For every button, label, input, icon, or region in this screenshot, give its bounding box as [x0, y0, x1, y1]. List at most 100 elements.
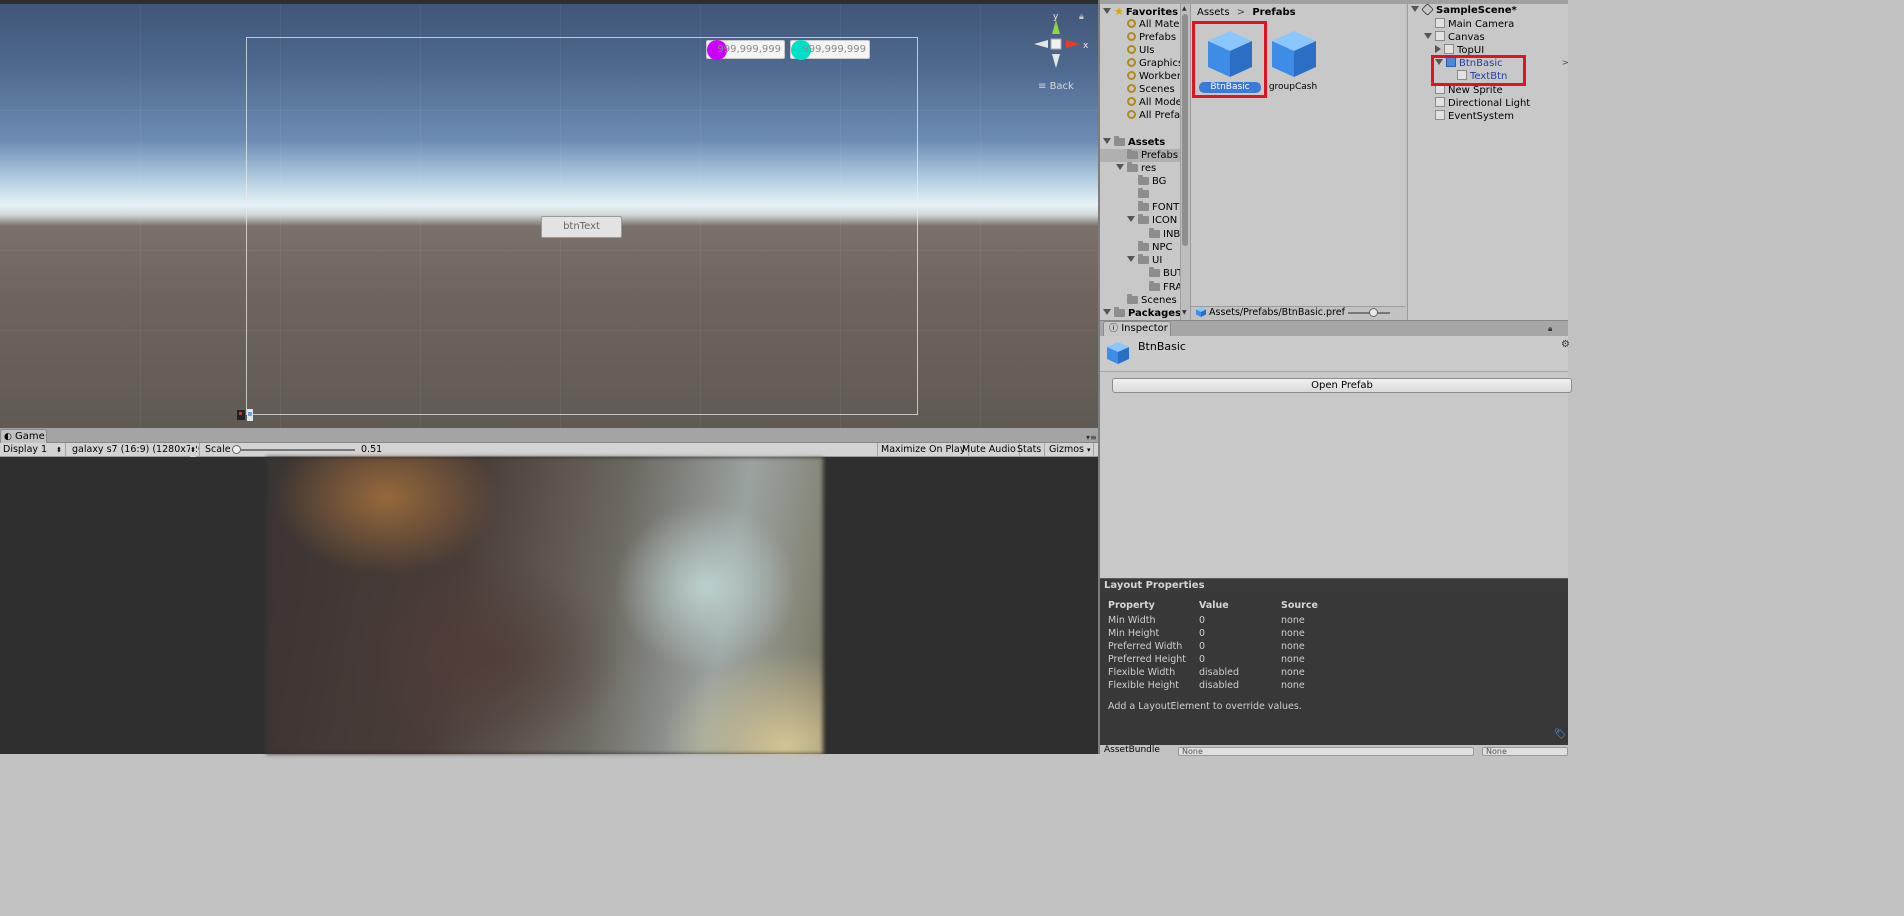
lp-property: Preferred Width	[1108, 641, 1183, 652]
gameobject-icon	[1435, 97, 1445, 107]
scale-label: Scale	[205, 444, 231, 455]
assetbundle-variant-dropdown[interactable]: None	[1482, 747, 1568, 756]
gear-icon[interactable]: ⚙	[1561, 339, 1570, 350]
tree-item-icon[interactable]: ICON	[1127, 214, 1180, 227]
tree-item-npc[interactable]: NPC	[1138, 241, 1180, 254]
folder-icon	[1138, 241, 1149, 251]
tree-item-prefabs[interactable]: Prefabs	[1100, 149, 1180, 162]
search-icon	[1127, 45, 1136, 54]
highlight-box-hierarchy	[1431, 55, 1526, 86]
hierarchy-item[interactable]: Directional Light	[1435, 97, 1530, 110]
scene-toolbar-strip	[0, 0, 1098, 4]
cash-value-right: 999,999,999	[802, 44, 866, 55]
search-icon	[1127, 32, 1136, 41]
lp-value: 0	[1199, 654, 1206, 665]
display-dropdown[interactable]: Display 1 ⬍	[0, 443, 66, 457]
gameobject-icon	[1444, 44, 1454, 54]
breadcrumb-prefabs[interactable]: Prefabs	[1252, 7, 1295, 18]
icon-size-slider-knob[interactable]	[1369, 308, 1378, 317]
lp-source: none	[1281, 615, 1305, 626]
tree-item-frame[interactable]: FRAME	[1149, 281, 1180, 294]
tree-item-unnamed[interactable]	[1138, 188, 1180, 201]
gizmo-x-label: x	[1083, 41, 1089, 51]
packages-root[interactable]: Packages	[1103, 307, 1180, 320]
favorites-header[interactable]: ★ Favorites	[1103, 5, 1178, 18]
tree-item-scenes[interactable]: Scenes	[1127, 294, 1180, 307]
tree-item-button[interactable]: BUTTON	[1149, 267, 1180, 280]
tree-item-bg[interactable]: BG	[1138, 175, 1180, 188]
tree-item-inbox[interactable]: INBOX	[1149, 228, 1180, 241]
tree-item-res[interactable]: res	[1116, 162, 1180, 175]
inspector-body	[1100, 336, 1568, 580]
stats-toggle[interactable]: Stats	[1014, 443, 1046, 457]
asset-name-groupcash[interactable]: groupCash	[1264, 82, 1322, 92]
tree-item-ui[interactable]: UI	[1127, 254, 1180, 267]
favorite-item[interactable]: All Prefabs	[1127, 109, 1180, 122]
hierarchy-panel	[1407, 4, 1568, 320]
mute-audio-toggle[interactable]: Mute Audio	[959, 443, 1020, 457]
hierarchy-scene-header[interactable]: SampleScene*	[1411, 3, 1517, 17]
project-tree-scroll-thumb[interactable]	[1182, 14, 1188, 246]
lock-icon[interactable]: 🔒︎	[1548, 324, 1552, 334]
resolution-dropdown[interactable]: galaxy s7 (16:9) (1280x720) ⬍	[69, 443, 200, 457]
chevron-right-icon[interactable]: >	[1562, 58, 1569, 67]
layout-properties-header[interactable]: Layout Properties	[1100, 578, 1568, 592]
unity-scene-icon	[1421, 3, 1434, 16]
cash-display-left[interactable]: 999,999,999	[706, 40, 785, 60]
column-header-property: Property	[1108, 600, 1155, 611]
hierarchy-item[interactable]: Main Camera	[1435, 18, 1514, 31]
favorite-item[interactable]: All Materials	[1127, 18, 1180, 31]
gizmo-view-label[interactable]: ≡ Back	[1038, 81, 1074, 92]
cash-display-right[interactable]: 999,999,999	[790, 40, 870, 60]
open-prefab-button[interactable]: Open Prefab	[1112, 378, 1572, 393]
scene-button-btntext[interactable]: btnText	[541, 216, 622, 238]
prefab-cube-icon[interactable]	[1268, 27, 1320, 79]
assets-root[interactable]: Assets	[1103, 136, 1165, 149]
favorite-item[interactable]: Prefabs	[1127, 31, 1180, 44]
column-header-source: Source	[1281, 600, 1318, 611]
panel-menu-icon[interactable]: ▾≡	[1086, 433, 1097, 442]
game-tab-icon: ◐	[4, 432, 12, 442]
search-icon	[1127, 58, 1136, 67]
folder-icon	[1149, 281, 1160, 291]
maximize-on-play-toggle[interactable]: Maximize On Play	[877, 443, 970, 457]
hierarchy-item[interactable]: EventSystem	[1435, 110, 1514, 123]
scroll-down-icon[interactable]: ▼	[1182, 309, 1187, 316]
favorite-item[interactable]: Workbench	[1127, 70, 1180, 83]
lp-value: disabled	[1199, 667, 1239, 678]
scroll-up-icon[interactable]: ▲	[1182, 5, 1187, 12]
favorite-item[interactable]: Scenes	[1127, 83, 1180, 96]
tree-item-font[interactable]: FONT	[1138, 201, 1180, 214]
favorite-item[interactable]: Graphics	[1127, 57, 1180, 70]
folder-icon	[1127, 149, 1138, 159]
scale-slider[interactable]	[235, 449, 355, 451]
lp-source: none	[1281, 680, 1305, 691]
tag-icon[interactable]: 🏷︎	[1554, 729, 1567, 740]
gizmos-dropdown[interactable]: Gizmos ▾	[1046, 443, 1094, 457]
search-icon	[1127, 71, 1136, 80]
star-icon: ★	[1114, 5, 1124, 18]
folder-icon	[1138, 188, 1149, 198]
favorite-item[interactable]: All Models	[1127, 96, 1180, 109]
lp-value: 0	[1199, 628, 1206, 639]
scale-slider-knob[interactable]	[232, 445, 241, 454]
info-icon: ⓘ	[1109, 324, 1119, 334]
breadcrumb: Assets > Prefabs	[1197, 6, 1296, 19]
lp-source: none	[1281, 628, 1305, 639]
tab-inspector[interactable]: ⓘ Inspector	[1103, 321, 1171, 336]
scale-control[interactable]: Scale 0.51	[202, 443, 382, 457]
game-tab-strip	[0, 428, 1098, 443]
favorite-item[interactable]: UIs	[1127, 44, 1180, 57]
lock-icon[interactable]: 🔒︎	[1079, 12, 1089, 22]
lp-source: none	[1281, 654, 1305, 665]
tab-game[interactable]: ◐ Game	[0, 429, 47, 443]
hierarchy-item[interactable]: Canvas	[1424, 31, 1485, 44]
assetbundle-dropdown[interactable]: None	[1178, 747, 1474, 756]
layout-properties-note: Add a LayoutElement to override values.	[1108, 701, 1302, 712]
game-tab-label: Game	[15, 431, 45, 442]
folder-icon	[1138, 175, 1149, 185]
folder-icon	[1138, 201, 1149, 211]
prefab-cube-icon	[1106, 341, 1130, 368]
breadcrumb-assets[interactable]: Assets	[1197, 7, 1230, 18]
lp-source: none	[1281, 641, 1305, 652]
